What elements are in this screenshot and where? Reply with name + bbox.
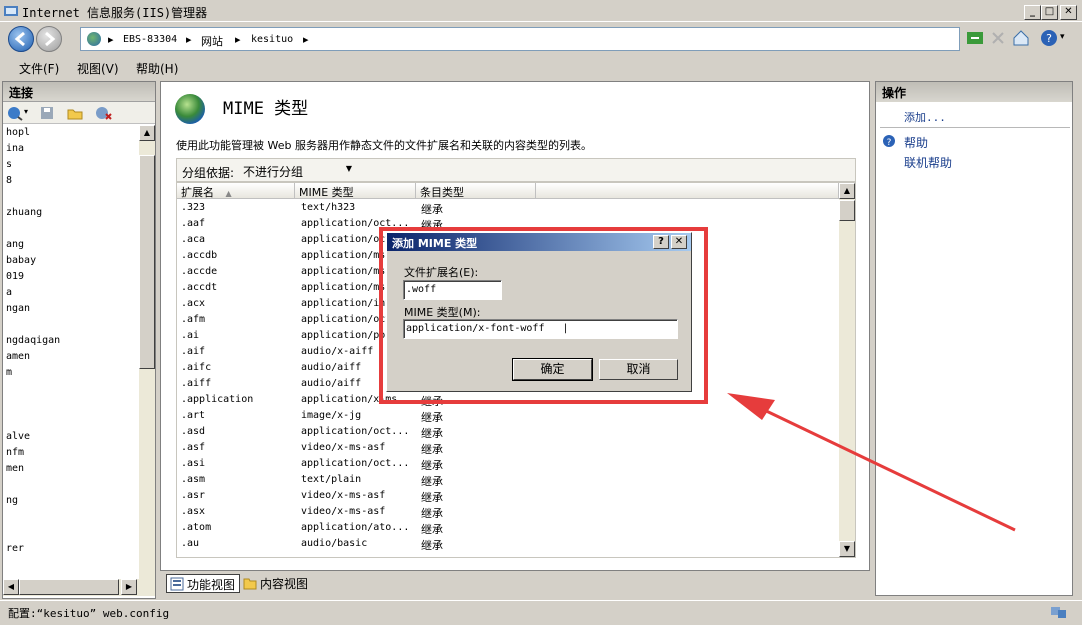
mime-type-value: application/x-font-woff bbox=[406, 323, 545, 334]
ok-button[interactable]: 确定 bbox=[512, 358, 593, 381]
dialog-title-bar: 添加 MIME 类型 ? ✕ bbox=[387, 233, 691, 251]
text-cursor: | bbox=[562, 323, 569, 334]
dialog-title: 添加 MIME 类型 bbox=[392, 237, 478, 250]
mime-type-label: MIME 类型(M): bbox=[404, 306, 481, 319]
extension-input[interactable]: .woff bbox=[403, 280, 502, 300]
dialog-help-button[interactable]: ? bbox=[653, 235, 669, 249]
add-mime-dialog: 添加 MIME 类型 ? ✕ 文件扩展名(E): .woff MIME 类型(M… bbox=[386, 232, 692, 392]
mime-type-input[interactable]: application/x-font-woff | bbox=[403, 319, 678, 339]
extension-label: 文件扩展名(E): bbox=[404, 266, 479, 279]
dialog-close-button[interactable]: ✕ bbox=[671, 235, 687, 249]
cancel-button[interactable]: 取消 bbox=[599, 359, 678, 380]
